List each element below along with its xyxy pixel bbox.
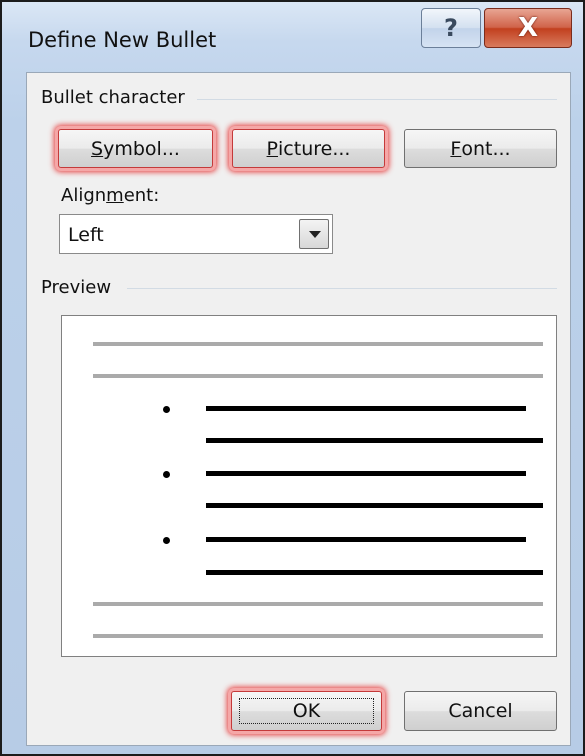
picture-button-mnemonic: P: [266, 137, 279, 160]
help-icon: ?: [444, 14, 458, 42]
preview-bullet-line: [206, 406, 526, 411]
alignment-label-end: ent:: [123, 185, 160, 206]
preview-bullet: [163, 471, 170, 478]
focus-rectangle: [239, 698, 374, 724]
symbol-button-label: ymbol...: [103, 137, 180, 160]
ok-button[interactable]: OK: [231, 691, 382, 731]
picture-button-label: icture...: [278, 137, 351, 160]
cancel-button[interactable]: Cancel: [404, 691, 557, 731]
alignment-selected-value: Left: [68, 224, 104, 246]
define-new-bullet-dialog: Define New Bullet ? X Bullet character S…: [0, 0, 585, 756]
symbol-button-mnemonic: S: [91, 137, 104, 160]
cancel-button-label: Cancel: [448, 700, 513, 722]
preview-bullet-line: [206, 503, 543, 508]
close-button[interactable]: X: [484, 8, 572, 48]
preview-text-line: [93, 602, 543, 606]
chevron-down-icon[interactable]: [299, 219, 329, 249]
bullet-group-divider: [197, 99, 557, 100]
preview-bullet-line: [206, 570, 543, 575]
font-button-mnemonic: F: [450, 137, 462, 160]
preview-pane: [61, 315, 557, 657]
preview-bullet-line: [206, 537, 526, 542]
alignment-dropdown[interactable]: Left: [59, 214, 333, 254]
preview-bullet: [163, 537, 170, 544]
bullet-character-label: Bullet character: [41, 87, 195, 108]
preview-bullet-line: [206, 471, 526, 476]
preview-text-line: [93, 634, 543, 638]
alignment-label-mnemonic: m: [106, 185, 124, 206]
preview-bullet-line: [206, 438, 543, 443]
font-button-label: ont...: [461, 137, 511, 160]
symbol-button[interactable]: Symbol...: [58, 129, 213, 168]
picture-button[interactable]: Picture...: [232, 129, 385, 168]
title-bar[interactable]: Define New Bullet ? X: [2, 2, 583, 70]
dialog-content: Bullet character Symbol... Picture... Fo…: [26, 72, 571, 746]
alignment-label: Alignment:: [61, 185, 159, 206]
preview-bullet: [163, 406, 170, 413]
help-button[interactable]: ?: [421, 8, 481, 48]
preview-text-line: [93, 342, 543, 346]
alignment-label-start: Align: [61, 185, 107, 206]
preview-group-divider: [127, 288, 557, 289]
preview-label: Preview: [41, 277, 122, 298]
close-icon: X: [517, 13, 539, 43]
font-button[interactable]: Font...: [404, 129, 557, 168]
preview-text-line: [93, 374, 543, 378]
dialog-title: Define New Bullet: [28, 28, 217, 52]
